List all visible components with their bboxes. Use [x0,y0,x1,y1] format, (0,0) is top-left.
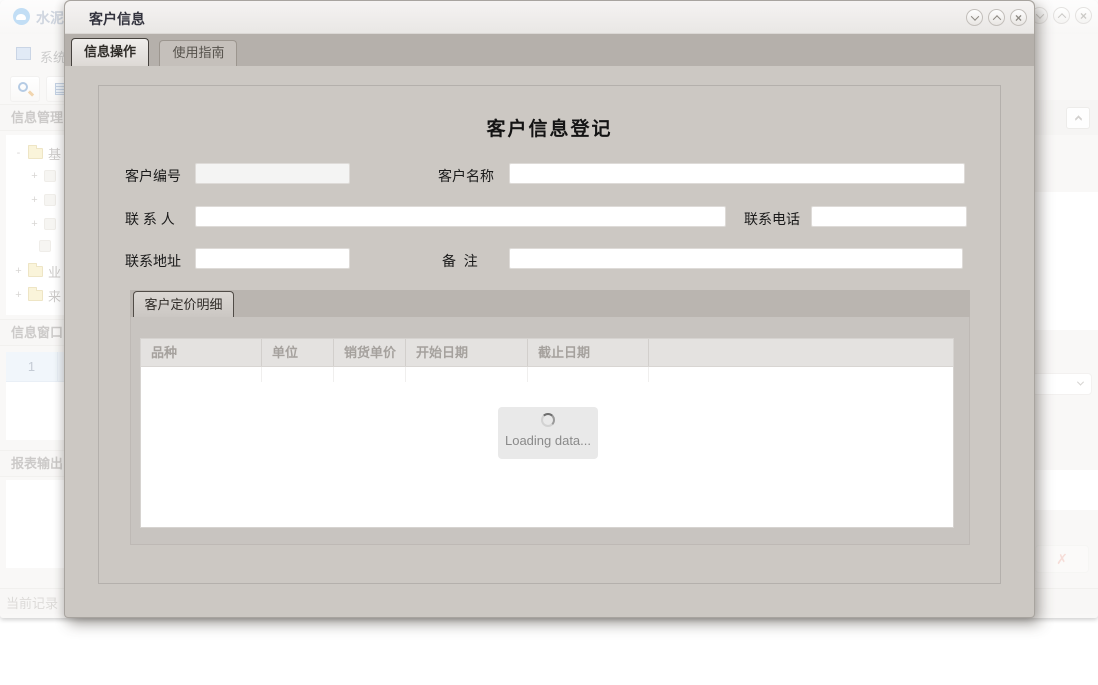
chevron-up-icon [992,15,1000,23]
grid-empty-row [141,367,953,382]
column-unit-price[interactable]: 销货单价 [334,339,406,366]
tab-info-operation[interactable]: 信息操作 [71,38,149,66]
pricing-grid: 品种 单位 销货单价 开始日期 截止日期 [140,338,954,528]
customer-code-input[interactable] [195,163,350,184]
form-title: 客户信息登记 [99,114,1000,141]
column-filler [649,339,953,366]
tab-user-guide[interactable]: 使用指南 [159,40,237,66]
grid-header: 品种 单位 销货单价 开始日期 截止日期 [141,339,953,367]
label-customer-code: 客户编号 [125,166,181,186]
column-end-date[interactable]: 截止日期 [528,339,649,366]
dialog-title: 客户信息 [89,9,145,29]
label-contact-person: 联 系 人 [125,209,175,229]
registration-panel: 客户信息登记 客户编号 客户名称 联 系 人 联系电话 联系地址 备 注 客户定… [98,85,1001,584]
chevron-down-icon [970,12,978,20]
contact-person-input[interactable] [195,206,726,227]
note-input[interactable] [509,248,963,269]
screen: 水泥管 × 系统 信息管理 - 基 + [0,0,1098,685]
contact-address-input[interactable] [195,248,350,269]
column-unit[interactable]: 单位 [262,339,334,366]
column-variety[interactable]: 品种 [141,339,262,366]
dialog-maximize-button[interactable] [988,9,1005,26]
dialog-tabstrip: 信息操作 使用指南 [65,34,1034,66]
dialog-minimize-button[interactable] [966,9,983,26]
pricing-detail-panel: 品种 单位 销货单价 开始日期 截止日期 [130,317,970,545]
label-contact-address: 联系地址 [125,251,181,271]
dialog-titlebar[interactable]: 客户信息 × [65,1,1034,34]
label-contact-phone: 联系电话 [744,209,800,229]
dialog-window-buttons: × [966,9,1027,26]
customer-info-dialog: 客户信息 × 信息操作 使用指南 客户信息登记 客户编号 客户名称 联 系 人 … [64,0,1035,618]
customer-name-input[interactable] [509,163,965,184]
spinner-icon [541,413,555,427]
contact-phone-input[interactable] [811,206,967,227]
tab-pricing-detail[interactable]: 客户定价明细 [133,291,234,317]
label-note: 备 注 [442,251,478,271]
dialog-close-button[interactable]: × [1010,9,1027,26]
column-start-date[interactable]: 开始日期 [406,339,528,366]
close-icon: × [1015,12,1022,24]
label-customer-name: 客户名称 [438,166,494,186]
dialog-body: 客户信息登记 客户编号 客户名称 联 系 人 联系电话 联系地址 备 注 客户定… [65,66,1034,619]
detail-tabstrip: 客户定价明细 [130,290,970,317]
loading-indicator: Loading data... [498,407,598,459]
loading-text: Loading data... [498,433,598,448]
